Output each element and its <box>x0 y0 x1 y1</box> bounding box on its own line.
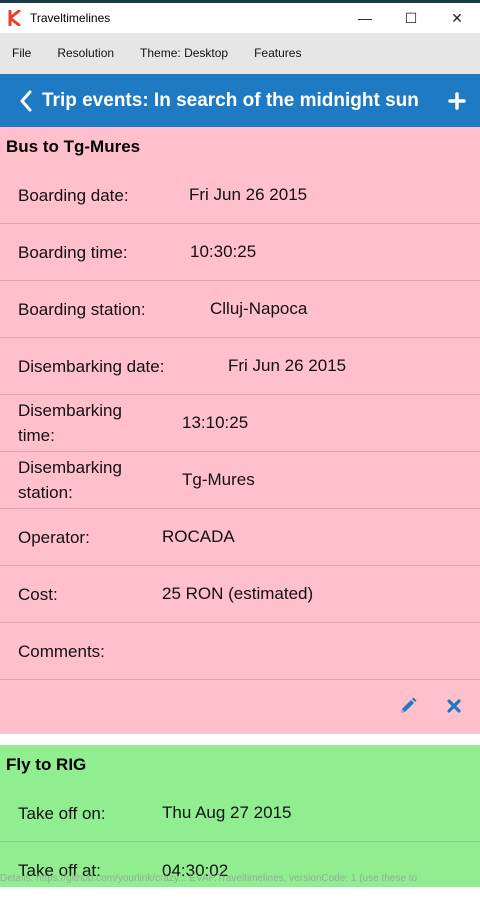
close-window-button[interactable]: ✕ <box>434 3 480 33</box>
field-label: Comments: <box>18 641 105 661</box>
debug-footer-text: Details: https://github.com/yourlink/cra… <box>0 873 418 884</box>
delete-event-button[interactable] <box>434 699 474 713</box>
field-row-take-off-at: Take off at: 04:30:02 <box>0 842 480 899</box>
window-title: Traveltimelines <box>30 11 111 25</box>
field-value: Clluj-Napoca <box>210 299 308 318</box>
field-label: Cost: <box>18 584 58 604</box>
field-label: Boarding time: <box>18 242 128 262</box>
field-value: Tg-Mures <box>182 470 255 489</box>
window-titlebar: Traveltimelines — ☐ ✕ <box>0 3 480 33</box>
event-title: Bus to Tg-Mures <box>6 137 141 156</box>
field-value: ROCADA <box>162 527 235 546</box>
field-row-boarding-station: Boarding station: Clluj-Napoca <box>0 281 480 338</box>
event-card-bus: Bus to Tg-Mures Boarding date: Fri Jun 2… <box>0 127 480 734</box>
field-label: Take off on: <box>18 803 106 823</box>
maximize-button[interactable]: ☐ <box>388 3 434 33</box>
close-icon <box>447 699 461 713</box>
menu-bar: File Resolution Theme: Desktop Features <box>0 33 480 74</box>
field-row-cost: Cost: 25 RON (estimated) <box>0 566 480 623</box>
field-row-comments: Comments: <box>0 623 480 680</box>
field-value: Fri Jun 26 2015 <box>189 185 308 204</box>
event-actions <box>0 680 480 732</box>
add-event-button[interactable] <box>442 91 472 110</box>
card-separator <box>0 734 480 745</box>
field-label: Disembarking station: <box>18 458 122 502</box>
field-row-operator: Operator: ROCADA <box>0 509 480 566</box>
field-label: Disembarking date: <box>18 356 165 376</box>
field-label: Boarding date: <box>18 185 129 205</box>
app-logo-icon <box>8 10 21 26</box>
event-card-fly: Fly to RIG Take off on: Thu Aug 27 2015 … <box>0 745 480 887</box>
edit-event-button[interactable] <box>388 697 428 715</box>
menu-features[interactable]: Features <box>242 33 315 74</box>
field-value: Fri Jun 26 2015 <box>228 356 347 375</box>
back-button[interactable] <box>10 90 42 112</box>
plus-icon <box>448 91 466 110</box>
menu-theme[interactable]: Theme: Desktop <box>128 33 242 74</box>
field-value: Thu Aug 27 2015 <box>162 803 292 822</box>
field-value: 13:10:25 <box>182 413 249 432</box>
field-label: Operator: <box>18 527 90 547</box>
field-row-boarding-date: Boarding date: Fri Jun 26 2015 <box>0 167 480 224</box>
pencil-icon <box>401 697 417 713</box>
field-row-take-off-on: Take off on: Thu Aug 27 2015 <box>0 785 480 842</box>
field-value: 10:30:25 <box>190 242 257 261</box>
field-value: 25 RON (estimated) <box>162 584 314 603</box>
field-label: Disembarking time: <box>18 401 122 445</box>
menu-resolution[interactable]: Resolution <box>45 33 128 74</box>
app-header: Trip events: In search of the midnight s… <box>0 74 480 127</box>
minimize-button[interactable]: — <box>342 3 388 33</box>
field-row-boarding-time: Boarding time: 10:30:25 <box>0 224 480 281</box>
menu-file[interactable]: File <box>0 33 45 74</box>
chevron-left-icon <box>20 90 32 111</box>
event-title: Fly to RIG <box>6 755 87 774</box>
page-title: Trip events: In search of the midnight s… <box>42 89 419 111</box>
field-label: Boarding station: <box>18 299 146 319</box>
field-row-disembarking-station: Disembarking station: Tg-Mures <box>0 452 480 509</box>
field-row-disembarking-time: Disembarking time: 13:10:25 <box>0 395 480 452</box>
field-row-disembarking-date: Disembarking date: Fri Jun 26 2015 <box>0 338 480 395</box>
